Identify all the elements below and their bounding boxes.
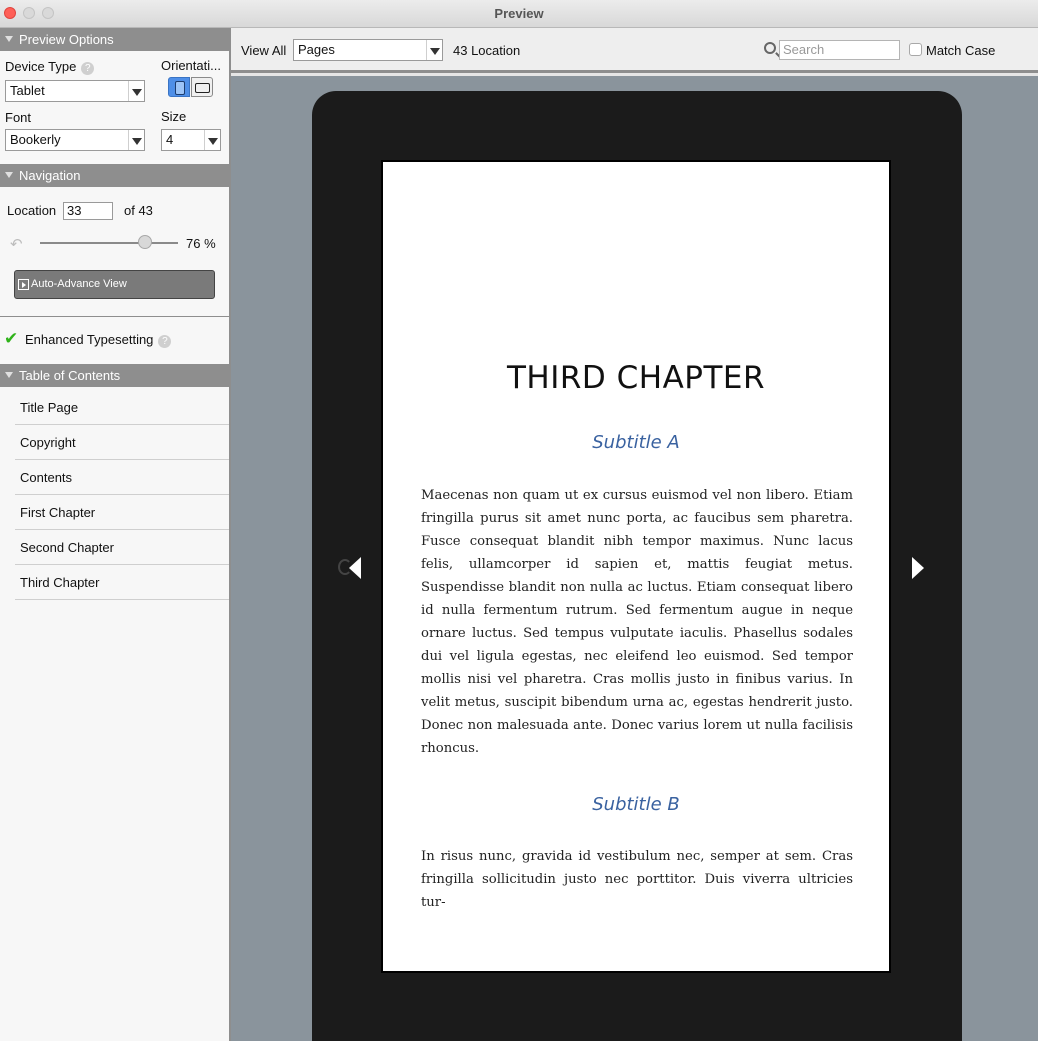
auto-advance-view-button[interactable]: Auto-Advance View [14,270,215,299]
chevron-down-icon [426,40,442,60]
toc-item-contents[interactable]: Contents [15,460,229,495]
location-label: Location [7,203,57,218]
window-titlebar: Preview [0,0,1038,28]
location-slider-track[interactable] [40,242,178,244]
device-type-select[interactable]: Tablet [5,80,145,102]
view-mode-select[interactable]: Pages [293,39,443,61]
chevron-down-icon [128,130,144,150]
progress-percent: 76 % [186,236,216,251]
disclosure-triangle-icon [5,372,13,378]
location-input[interactable]: 33 [63,202,113,220]
chevron-down-icon [128,81,144,101]
orientation-toggle [168,77,216,97]
subtitle-a: Subtitle A [592,432,680,453]
navigation-header[interactable]: Navigation [0,164,229,187]
landscape-orientation-button[interactable] [191,77,213,97]
help-icon[interactable]: ? [158,335,172,348]
previous-page-arrow-icon[interactable] [349,557,361,579]
toc-item-third-chapter[interactable]: Third Chapter [15,565,229,600]
toc-item-title-page[interactable]: Title Page [15,390,229,425]
disclosure-triangle-icon [5,172,13,178]
preview-options-header[interactable]: Preview Options [0,28,229,51]
back-arrow-icon[interactable]: ↶ [10,235,26,253]
search-icon [764,42,776,54]
orientation-label: Orientati... [161,58,221,73]
location-count: 43 Location [453,43,521,58]
font-select[interactable]: Bookerly [5,129,145,151]
navigation-title: Navigation [19,168,81,183]
preview-options-title: Preview Options [19,32,114,47]
size-value: 4 [166,132,174,147]
window-title: Preview [494,6,544,21]
chapter-title: THIRD CHAPTER [506,360,766,396]
paragraph-a: Maecenas non quam ut ex cursus euismod v… [421,488,853,756]
device-type-value: Tablet [10,83,45,98]
font-label: Font [5,110,32,125]
next-page-arrow-icon[interactable] [912,557,924,579]
size-select[interactable]: 4 [161,129,221,151]
subtitle-b: Subtitle B [592,794,680,815]
toc-item-copyright[interactable]: Copyright [15,425,229,460]
font-value: Bookerly [10,132,61,147]
enhanced-typesetting-label: Enhanced Typesetting? [25,332,172,348]
sidebar: Preview Options Device Type? Orientati..… [0,28,231,1041]
toolbar: View All Pages 43 Location Search Match … [231,28,1038,73]
toc-title: Table of Contents [19,368,121,383]
size-label: Size [161,109,187,124]
chevron-down-icon [204,130,220,150]
match-case-label: Match Case [926,43,996,58]
view-all-label: View All [241,43,287,58]
toc-item-second-chapter[interactable]: Second Chapter [15,530,229,565]
paragraph-b: In risus nunc, gravida id vestibulum nec… [421,849,853,910]
enhanced-typesetting-text: Enhanced Typesetting [25,332,154,347]
preview-area: THIRD CHAPTER Subtitle A Maecenas non qu… [231,76,1038,1041]
help-icon[interactable]: ? [81,62,95,75]
portrait-orientation-button[interactable] [168,77,190,97]
location-total: of 43 [124,203,153,218]
checkmark-icon[interactable]: ✔ [4,329,18,349]
toc-list: Title Page Copyright Contents First Chap… [0,390,229,600]
device-type-label: Device Type? [5,59,95,75]
search-input[interactable]: Search [779,40,900,60]
book-page: THIRD CHAPTER Subtitle A Maecenas non qu… [381,160,891,973]
play-icon [18,279,29,290]
device-type-label-text: Device Type [5,59,77,74]
view-mode-value: Pages [298,42,335,57]
match-case-checkbox[interactable] [909,43,922,56]
toc-item-first-chapter[interactable]: First Chapter [15,495,229,530]
location-slider-thumb[interactable] [137,235,152,249]
table-of-contents-header[interactable]: Table of Contents [0,364,229,387]
tablet-device-frame: THIRD CHAPTER Subtitle A Maecenas non qu… [312,91,962,1041]
disclosure-triangle-icon [5,36,13,42]
divider [0,316,229,317]
auto-advance-label: Auto-Advance View [31,278,127,290]
